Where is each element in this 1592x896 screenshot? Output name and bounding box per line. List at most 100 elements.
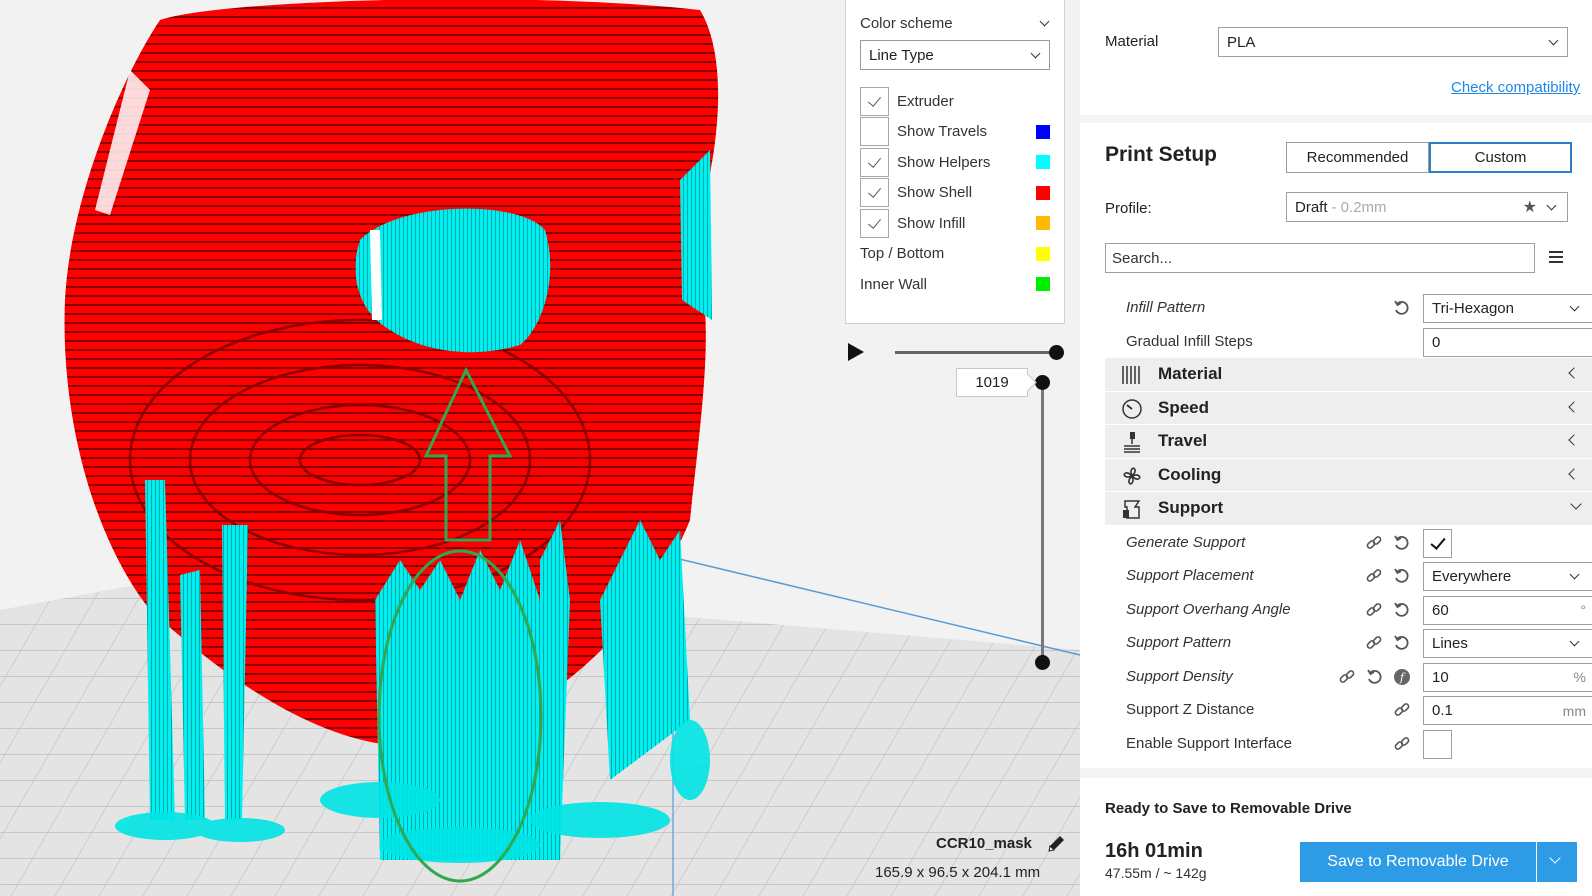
support-interface-checkbox[interactable] xyxy=(1423,729,1452,759)
model-dimensions: 165.9 x 96.5 x 204.1 mm xyxy=(875,864,1041,881)
layer-slider-top-handle[interactable] xyxy=(1035,375,1050,390)
category-speed[interactable]: Speed xyxy=(1105,391,1592,425)
chevron-down-icon xyxy=(1570,571,1580,581)
layer-number-input[interactable]: 1019 xyxy=(956,368,1028,397)
model-name: CCR10_mask xyxy=(936,835,1032,852)
legend-checkbox[interactable] xyxy=(860,86,889,116)
print-time: 16h 01min xyxy=(1105,840,1203,862)
profile-select[interactable]: Draft - 0.2mm ★ xyxy=(1286,192,1568,222)
path-slider-track[interactable] xyxy=(895,351,1057,354)
material-icon xyxy=(1122,366,1140,384)
setting-support-density: Support Density f 10% xyxy=(1105,660,1592,694)
legend-item[interactable]: Extruder xyxy=(860,86,1050,117)
setting-unit: % xyxy=(1573,669,1586,685)
setting-support-interface: Enable Support Interface xyxy=(1105,727,1592,761)
chevron-left-icon xyxy=(1568,367,1580,379)
chevron-left-icon xyxy=(1568,434,1580,446)
star-icon[interactable]: ★ xyxy=(1523,197,1537,217)
chevron-left-icon xyxy=(1568,467,1580,480)
legend-list: Extruder Show Travels Show Helpers Show She… xyxy=(860,86,1050,300)
link-icon xyxy=(1366,636,1382,649)
support-z-distance-input[interactable]: 0.1 mm xyxy=(1423,696,1592,725)
setting-support-pattern: Support Pattern Lines xyxy=(1105,626,1592,660)
legend-item[interactable]: Show Travels xyxy=(860,117,1050,148)
legend-item[interactable]: Show Shell xyxy=(860,178,1050,209)
chevron-down-icon xyxy=(1040,18,1050,28)
reset-icon[interactable] xyxy=(1393,299,1411,317)
legend-label: Extruder xyxy=(897,92,954,110)
tab-recommended[interactable]: Recommended xyxy=(1286,142,1429,173)
setting-support-z-distance: Support Z Distance 0.1 mm xyxy=(1105,693,1592,727)
pencil-icon[interactable] xyxy=(1046,834,1066,854)
travel-icon xyxy=(1124,432,1140,453)
legend-item[interactable]: Show Helpers xyxy=(860,147,1050,178)
link-icon xyxy=(1366,602,1382,616)
legend-checkbox[interactable] xyxy=(860,117,889,147)
link-icon xyxy=(1394,736,1410,750)
material-usage: 47.55m / ~ 142g xyxy=(1105,865,1207,881)
setting-label: Gradual Infill Steps xyxy=(1126,332,1253,350)
settings-search-input[interactable]: Search... xyxy=(1105,243,1535,273)
save-options-dropdown[interactable] xyxy=(1537,842,1577,882)
reset-icon[interactable] xyxy=(1393,567,1411,585)
generate-support-checkbox[interactable] xyxy=(1423,528,1452,558)
legend-label: Top / Bottom xyxy=(860,245,945,263)
material-card: Material PLA Check compatibility xyxy=(1080,0,1592,115)
3d-viewport[interactable]: Color scheme Line Type Extruder Show Trav… xyxy=(0,0,1080,896)
setting-value: Everywhere xyxy=(1432,568,1512,585)
material-value: PLA xyxy=(1227,33,1256,51)
category-material[interactable]: Material xyxy=(1105,358,1592,392)
infill-pattern-select[interactable]: Tri-Hexagon xyxy=(1423,294,1592,323)
category-label: Support xyxy=(1158,498,1224,518)
chevron-down-icon xyxy=(1570,303,1580,313)
profile-hint: - 0.2mm xyxy=(1331,198,1387,216)
category-label: Speed xyxy=(1158,397,1210,417)
gradual-infill-input[interactable]: 0 xyxy=(1423,327,1592,357)
setting-label: Enable Support Interface xyxy=(1126,734,1292,752)
category-support[interactable]: Support xyxy=(1105,492,1592,526)
reset-icon[interactable] xyxy=(1393,634,1411,652)
path-slider-handle[interactable] xyxy=(1049,345,1064,360)
legend-item[interactable]: Show Infill xyxy=(860,208,1050,239)
play-icon[interactable] xyxy=(848,343,864,361)
link-icon xyxy=(1366,535,1382,549)
tab-custom[interactable]: Custom xyxy=(1429,142,1572,173)
support-icon xyxy=(1123,500,1141,519)
legend-checkbox[interactable] xyxy=(860,147,889,177)
setting-gradual-infill: Gradual Infill Steps 0 xyxy=(1105,325,1592,359)
reset-icon[interactable] xyxy=(1366,668,1384,686)
category-label: Material xyxy=(1158,364,1223,384)
check-compatibility-link[interactable]: Check compatibility xyxy=(1451,79,1580,96)
legend-checkbox[interactable] xyxy=(860,178,889,208)
legend-label: Show Infill xyxy=(897,214,966,232)
color-scheme-value: Line Type xyxy=(869,46,934,64)
setting-label: Infill Pattern xyxy=(1126,299,1206,317)
hamburger-menu-icon[interactable] xyxy=(1549,251,1563,266)
save-to-drive-button[interactable]: Save to Removable Drive xyxy=(1300,842,1536,882)
print-setup-title: Print Setup xyxy=(1105,143,1218,166)
material-select[interactable]: PLA xyxy=(1218,27,1568,57)
support-placement-select[interactable]: Everywhere xyxy=(1423,562,1592,591)
legend-item: Top / Bottom xyxy=(860,239,1050,270)
speedometer-icon xyxy=(1122,398,1142,419)
reset-icon[interactable] xyxy=(1393,534,1411,552)
color-scheme-select[interactable]: Line Type xyxy=(860,40,1050,70)
support-density-input[interactable]: 10% xyxy=(1423,662,1592,692)
chevron-left-icon xyxy=(1568,400,1580,413)
category-cooling[interactable]: Cooling xyxy=(1105,458,1592,492)
layer-slider-track[interactable] xyxy=(1041,382,1044,663)
print-setup-card: Print Setup Recommended Custom Profile: … xyxy=(1080,123,1592,768)
setting-infill-pattern: Infill Pattern Tri-Hexagon xyxy=(1105,291,1592,325)
support-overhang-input[interactable]: 60 ° xyxy=(1423,595,1592,625)
reset-icon[interactable] xyxy=(1393,601,1411,619)
support-pattern-select[interactable]: Lines xyxy=(1423,629,1592,658)
profile-value: Draft xyxy=(1295,198,1328,216)
layer-slider-bottom-handle[interactable] xyxy=(1035,655,1050,670)
profile-label: Profile: xyxy=(1105,200,1152,217)
setting-support-placement: Support Placement Everywhere xyxy=(1105,559,1592,593)
color-scheme-header[interactable]: Color scheme xyxy=(860,10,1050,36)
search-placeholder: Search... xyxy=(1112,249,1173,267)
category-travel[interactable]: Travel xyxy=(1105,425,1592,459)
legend-checkbox[interactable] xyxy=(860,208,889,238)
color-scheme-panel: Color scheme Line Type Extruder Show Trav… xyxy=(845,0,1065,324)
